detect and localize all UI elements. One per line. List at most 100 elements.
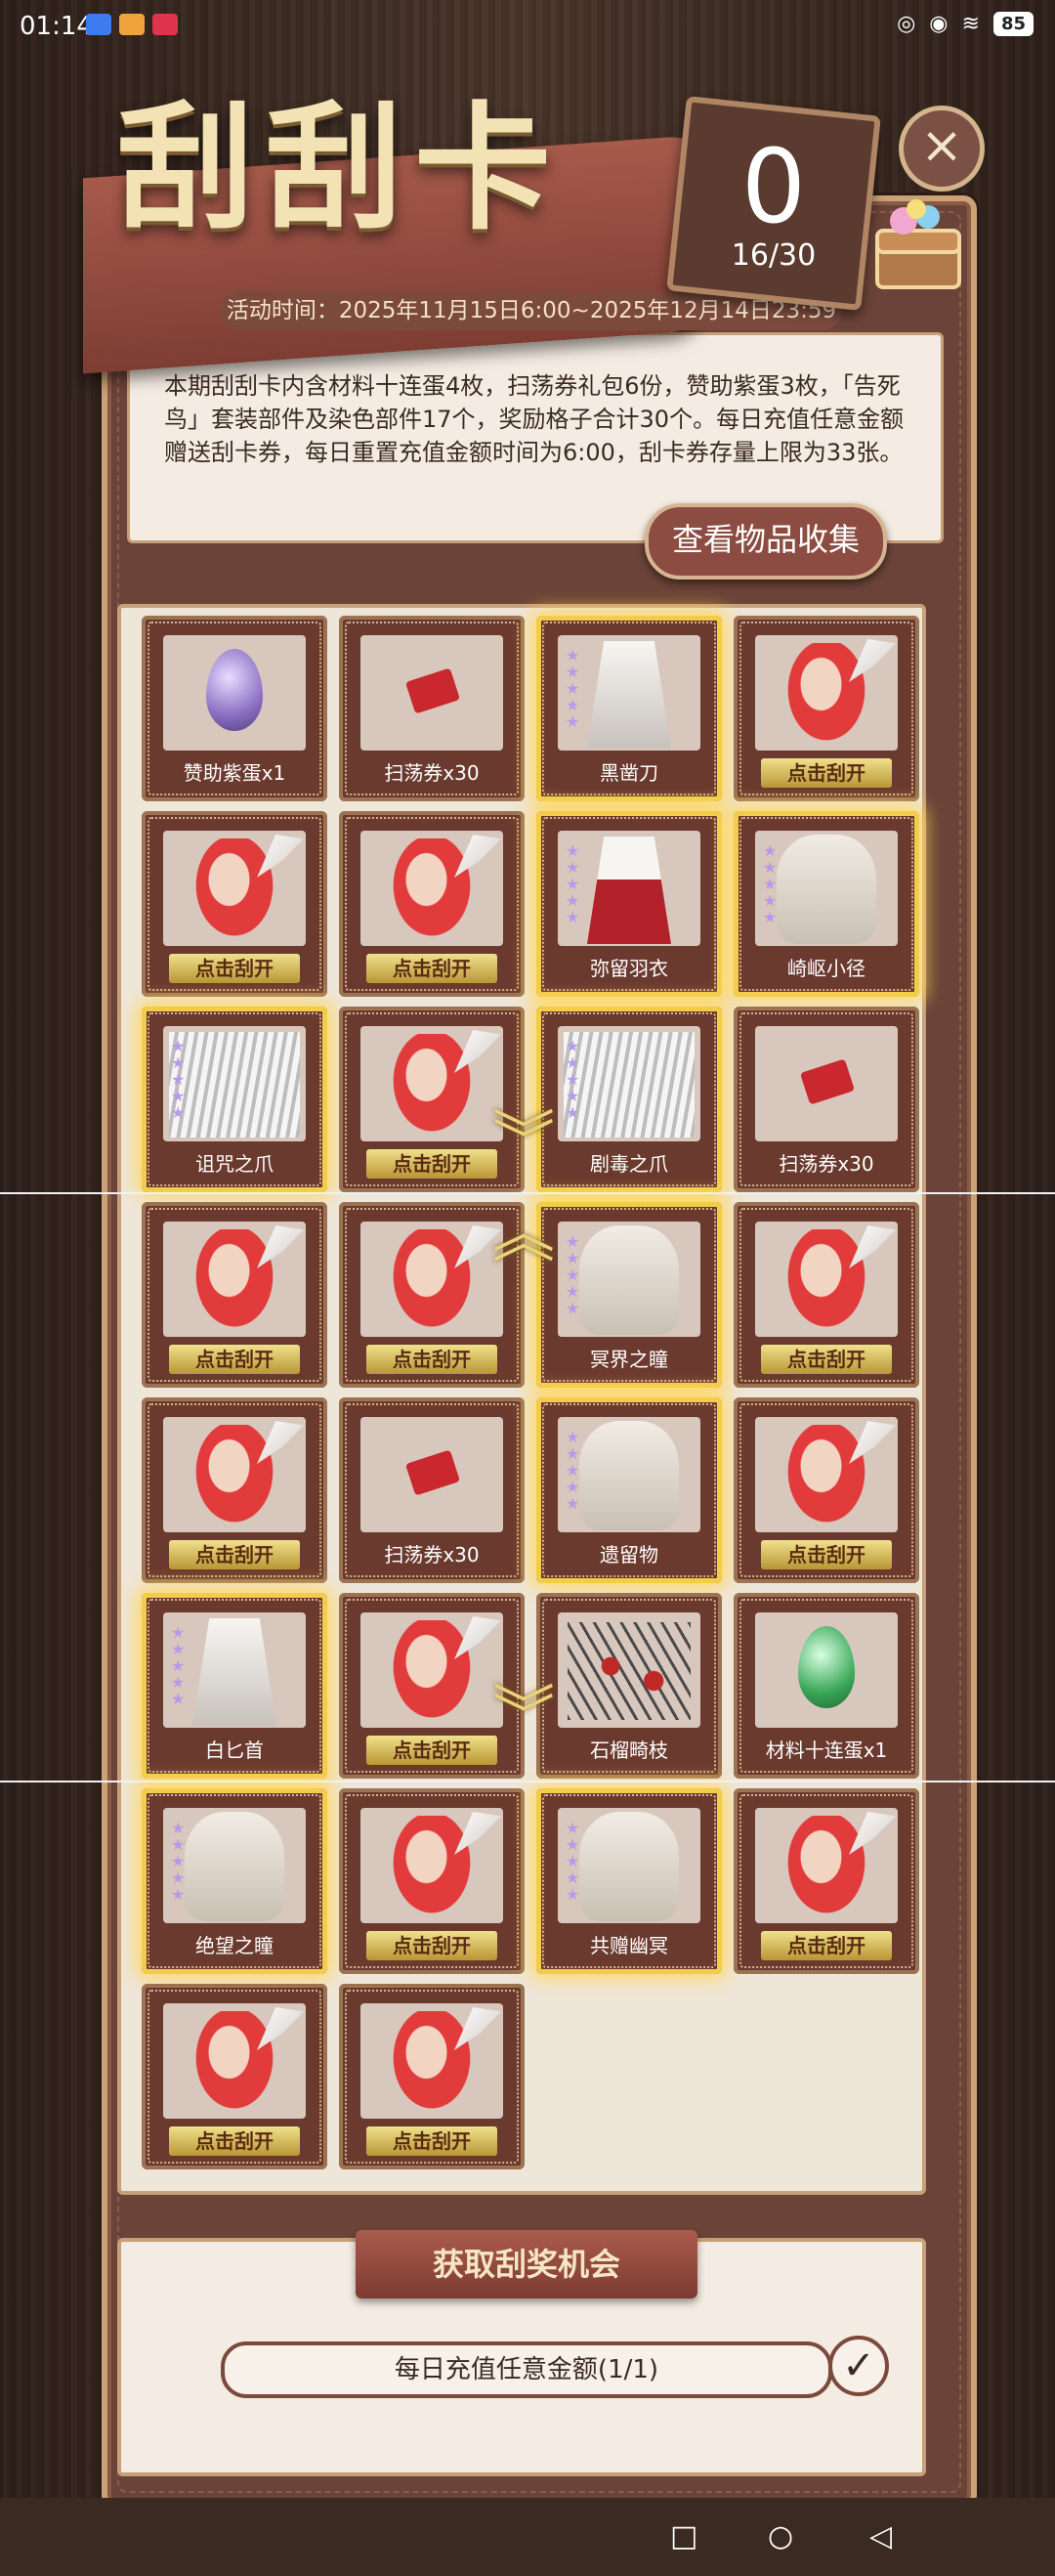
app-notification-icon	[152, 14, 178, 35]
card-label: 材料十连蛋x1	[765, 1739, 888, 1762]
scratch-button[interactable]: 点击刮开	[366, 954, 497, 983]
card-image: ★ ★ ★ ★ ★	[163, 1808, 306, 1923]
home-button[interactable]: ○	[768, 2519, 793, 2554]
rarity-stars: ★ ★ ★ ★ ★	[171, 1820, 189, 1903]
nfc-icon: ◎	[897, 12, 916, 36]
star-icon: ★	[566, 1299, 580, 1317]
page-title: 刮刮卡	[117, 89, 564, 249]
star-icon: ★	[171, 1868, 186, 1887]
scratch-card-revealed: ★ ★ ★ ★ ★ 崎岖小径	[734, 811, 919, 997]
close-button[interactable]: ×	[899, 106, 985, 192]
scratch-card-hidden[interactable]: 点击刮开	[339, 811, 525, 997]
scratch-button[interactable]: 点击刮开	[761, 1345, 892, 1374]
card-label: 赞助紫蛋x1	[183, 761, 286, 785]
check-icon: ✓	[828, 2336, 889, 2396]
card-label: 剧毒之爪	[590, 1152, 668, 1176]
scratch-card-hidden[interactable]: 点击刮开	[142, 811, 327, 997]
card-label: 弥留羽衣	[590, 957, 668, 980]
card-image	[755, 1026, 898, 1141]
star-icon: ★	[566, 1103, 580, 1122]
divider-line	[0, 1192, 1055, 1194]
scratch-card-revealed: 扫荡券x30	[339, 616, 525, 801]
branch-icon	[568, 1622, 691, 1720]
scratch-button[interactable]: 点击刮开	[761, 1540, 892, 1569]
star-icon: ★	[566, 1249, 580, 1267]
scratch-card-hidden[interactable]: 点击刮开	[734, 1397, 919, 1583]
scratch-button[interactable]: 点击刮开	[169, 2126, 300, 2156]
scratch-card-hidden[interactable]: 点击刮开	[734, 1202, 919, 1388]
star-icon: ★	[566, 1819, 580, 1837]
scratch-card-revealed: ★ ★ ★ ★ ★ 诅咒之爪	[142, 1007, 327, 1192]
scratch-button[interactable]: 点击刮开	[761, 1931, 892, 1960]
star-icon: ★	[171, 1053, 186, 1072]
star-icon: ★	[763, 891, 778, 910]
star-icon: ★	[171, 1673, 186, 1692]
card-label: 共赠幽冥	[590, 1934, 668, 1957]
card-image	[163, 2003, 306, 2119]
scratch-card-revealed: ★ ★ ★ ★ ★ 黑凿刀	[536, 616, 722, 801]
chevron-down-icon: ︾	[492, 1680, 555, 1752]
card-label: 石榴畸枝	[590, 1739, 668, 1762]
card-label: 崎岖小径	[787, 957, 865, 980]
star-icon: ★	[763, 858, 778, 877]
scratch-button[interactable]: 点击刮开	[366, 1736, 497, 1765]
scratch-button[interactable]: 点击刮开	[366, 1149, 497, 1179]
card-label: 扫荡券x30	[384, 761, 480, 785]
scratch-button[interactable]: 点击刮开	[366, 1931, 497, 1960]
scratch-card-hidden[interactable]: 点击刮开	[142, 1397, 327, 1583]
wifi-icon: ≋	[961, 12, 980, 36]
scratch-card-revealed: ★ ★ ★ ★ ★ 剧毒之爪	[536, 1007, 722, 1192]
back-button[interactable]: ◁	[869, 2519, 892, 2554]
rarity-stars: ★ ★ ★ ★ ★	[171, 1038, 189, 1121]
scratch-button[interactable]: 点击刮开	[366, 1345, 497, 1374]
star-icon: ★	[566, 712, 580, 731]
card-image	[360, 1026, 503, 1141]
card-label: 白匕首	[205, 1739, 264, 1762]
star-icon: ★	[171, 1885, 186, 1904]
scratch-card-hidden[interactable]: 点击刮开	[339, 1984, 525, 2169]
scratch-card-revealed: ★ ★ ★ ★ ★ 遗留物	[536, 1397, 722, 1583]
card-image	[163, 635, 306, 751]
star-icon: ★	[171, 1640, 186, 1658]
scratch-button[interactable]: 点击刮开	[169, 1345, 300, 1374]
rarity-stars: ★ ★ ★ ★ ★	[566, 1038, 583, 1121]
app-notification-icon	[86, 14, 111, 35]
recent-apps-button[interactable]: □	[670, 2519, 697, 2554]
card-image	[360, 1417, 503, 1532]
card-label: 黑凿刀	[600, 761, 658, 785]
star-icon: ★	[566, 1428, 580, 1446]
scratch-button[interactable]: 点击刮开	[761, 758, 892, 788]
card-image: ★ ★ ★ ★ ★	[558, 1026, 700, 1141]
rarity-stars: ★ ★ ★ ★ ★	[566, 842, 583, 925]
chevron-up-icon: ︽	[492, 1199, 555, 1271]
scratch-card-hidden[interactable]: 点击刮开	[142, 1202, 327, 1388]
scratch-card-revealed: ★ ★ ★ ★ ★ 白匕首	[142, 1593, 327, 1779]
daily-recharge-task[interactable]: 每日充值任意金额(1/1)	[221, 2341, 832, 2398]
event-description: 本期刮刮卡内含材料十连蛋4枚，扫荡券礼包6份，赞助紫蛋3枚，「告死鸟」套装部件及…	[164, 372, 905, 466]
card-image: ★ ★ ★ ★ ★	[755, 831, 898, 946]
card-label: 扫荡券x30	[779, 1152, 874, 1176]
card-image	[755, 1808, 898, 1923]
scratch-card-revealed: 材料十连蛋x1	[734, 1593, 919, 1779]
star-icon: ★	[171, 1819, 186, 1837]
star-icon: ★	[566, 1885, 580, 1904]
scratch-button[interactable]: 点击刮开	[169, 954, 300, 983]
scratch-card-hidden[interactable]: 点击刮开	[142, 1984, 327, 2169]
star-icon: ★	[566, 696, 580, 714]
card-image: ★ ★ ★ ★ ★	[558, 1417, 700, 1532]
star-icon: ★	[566, 1266, 580, 1284]
view-collection-button[interactable]: 查看物品收集	[645, 503, 887, 580]
chevron-down-icon: ︾	[492, 1105, 555, 1178]
scratch-card-hidden[interactable]: 点击刮开	[339, 1788, 525, 1974]
scratch-button[interactable]: 点击刮开	[169, 1540, 300, 1569]
fur-icon	[169, 1032, 300, 1138]
scratch-button[interactable]: 点击刮开	[366, 2126, 497, 2156]
scratch-card-hidden[interactable]: 点击刮开	[734, 1788, 919, 1974]
card-image	[755, 1222, 898, 1337]
scratch-card-hidden[interactable]: 点击刮开	[734, 616, 919, 801]
star-icon: ★	[171, 1835, 186, 1854]
card-image	[755, 1417, 898, 1532]
star-icon: ★	[171, 1656, 186, 1675]
card-image	[360, 1612, 503, 1728]
scratch-card-revealed: ★ ★ ★ ★ ★ 冥界之瞳	[536, 1202, 722, 1388]
